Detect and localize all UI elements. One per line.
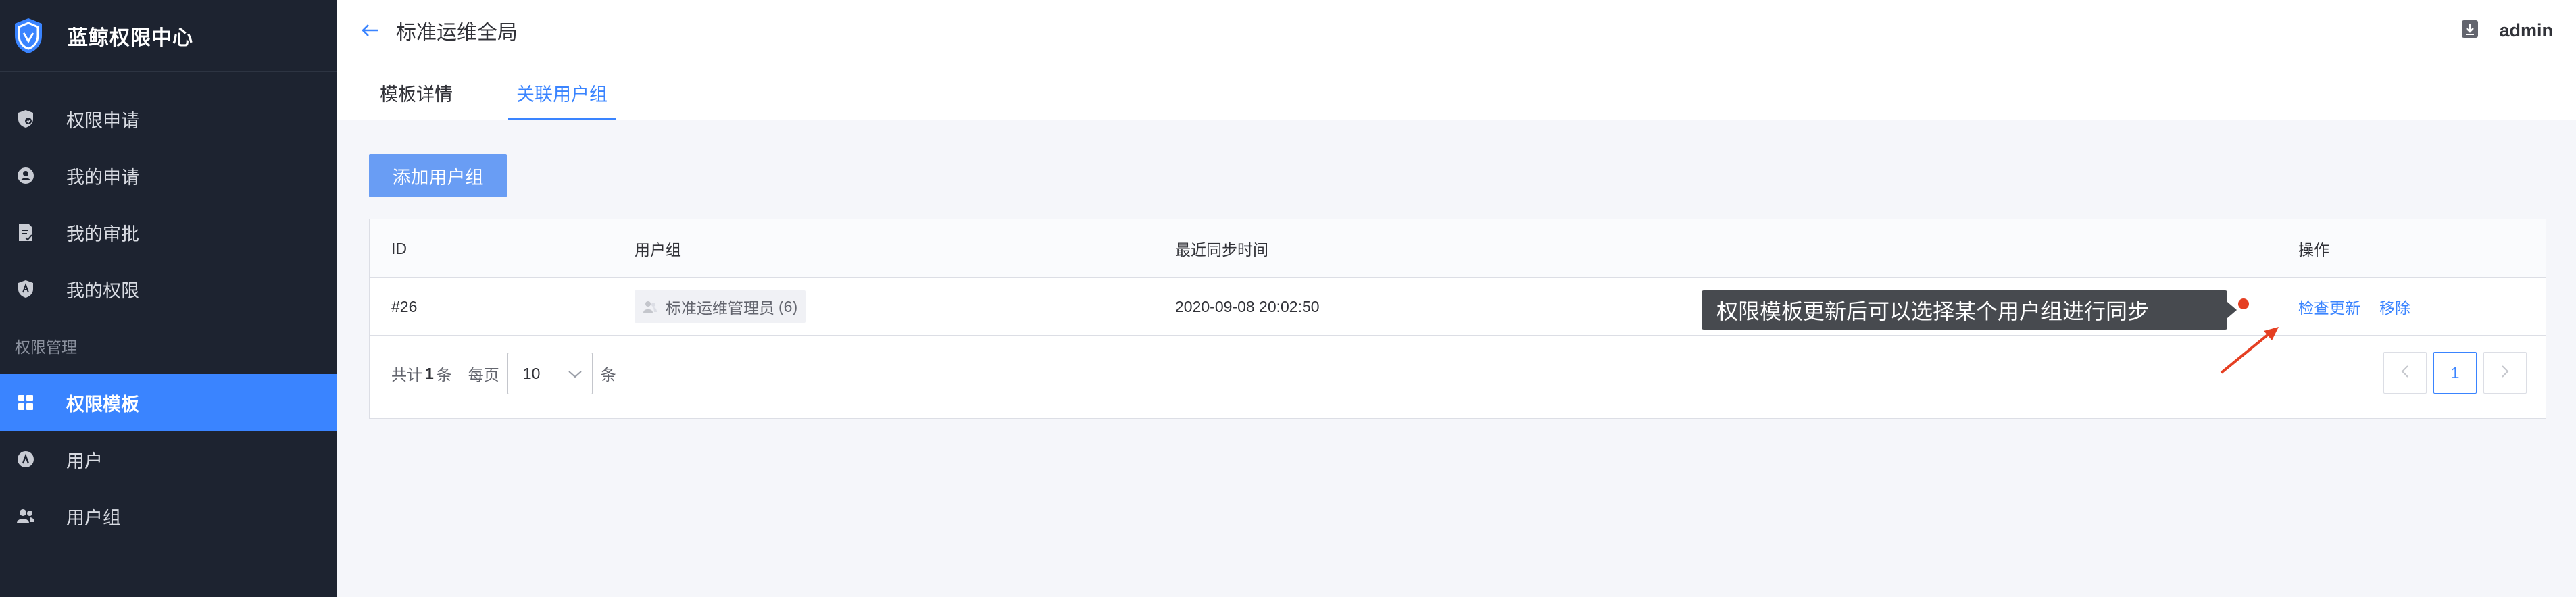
per-page-label: 每页 bbox=[468, 366, 499, 384]
shield-key-icon bbox=[16, 280, 35, 298]
check-update-link[interactable]: 检查更新 bbox=[2298, 295, 2360, 318]
sidebar-item-label: 我的权限 bbox=[66, 280, 139, 301]
page-number-button[interactable]: 1 bbox=[2433, 352, 2477, 394]
page-header: 标准运维全局 admin 模板详情 关联用户组 bbox=[337, 0, 2576, 120]
sidebar-item-label: 用户组 bbox=[66, 507, 121, 528]
tab-related-user-groups[interactable]: 关联用户组 bbox=[508, 66, 616, 120]
tab-template-details[interactable]: 模板详情 bbox=[380, 66, 461, 120]
page-size-value: 10 bbox=[522, 364, 541, 382]
sidebar-item-my-permissions[interactable]: 我的权限 bbox=[0, 261, 337, 317]
chevron-right-icon bbox=[2501, 364, 2509, 382]
next-page-button[interactable] bbox=[2483, 352, 2527, 394]
table-header: ID 用户组 最近同步时间 操作 bbox=[370, 219, 2546, 278]
sidebar-item-my-applications[interactable]: 我的申请 bbox=[0, 147, 337, 204]
sidebar-item-my-approvals[interactable]: 我的审批 bbox=[0, 204, 337, 261]
column-header-operations: 操作 bbox=[2298, 241, 2329, 259]
total-suffix: 条 bbox=[436, 366, 452, 384]
row-id: #26 bbox=[391, 297, 418, 315]
column-header-sync-time: 最近同步时间 bbox=[1175, 241, 1268, 259]
brand: 蓝鲸权限中心 bbox=[0, 0, 337, 72]
prev-page-button[interactable] bbox=[2383, 352, 2427, 394]
user-group-tag[interactable]: 标准运维管理员 (6) bbox=[635, 290, 806, 323]
document-check-icon bbox=[16, 223, 35, 242]
user-group-name: 标准运维管理员 bbox=[666, 299, 774, 317]
user-area[interactable]: admin bbox=[2461, 16, 2553, 45]
sidebar-item-permission-templates[interactable]: 权限模板 bbox=[0, 374, 337, 431]
pagination-summary: 共计 1 条 每页 10 条 bbox=[391, 352, 616, 395]
remove-link[interactable]: 移除 bbox=[2379, 295, 2410, 318]
page-size-unit: 条 bbox=[600, 366, 616, 384]
sidebar-menu: 权限申请 我的申请 我的审批 我的权限 权限管理 权限模板 用户 用户组 bbox=[0, 72, 337, 544]
row-operations: 检查更新 移除 bbox=[2298, 278, 2410, 336]
shield-apply-icon bbox=[16, 109, 35, 128]
user-name[interactable]: admin bbox=[2499, 20, 2553, 41]
chevron-left-icon bbox=[2401, 364, 2409, 382]
sidebar: 蓝鲸权限中心 权限申请 我的申请 我的审批 我的权限 权限管理 权限模板 用户 … bbox=[0, 0, 337, 597]
add-user-group-button[interactable]: 添加用户组 bbox=[369, 154, 507, 197]
annotation-dot bbox=[2238, 298, 2249, 309]
logo-shield-icon bbox=[9, 14, 47, 57]
page-size-select[interactable]: 10 bbox=[507, 353, 593, 394]
column-header-id: ID bbox=[391, 239, 407, 257]
brand-title: 蓝鲸权限中心 bbox=[68, 26, 193, 49]
sidebar-item-label: 我的申请 bbox=[66, 167, 139, 188]
chevron-down-icon bbox=[568, 365, 583, 383]
user-icon bbox=[16, 450, 35, 469]
sidebar-item-label: 权限申请 bbox=[66, 110, 139, 131]
sidebar-item-users[interactable]: 用户 bbox=[0, 431, 337, 488]
pagination-controls: 1 bbox=[2383, 352, 2527, 394]
total-count: 1 bbox=[425, 364, 434, 382]
title-row: 标准运维全局 bbox=[361, 15, 518, 46]
row-group: 标准运维管理员 (6) bbox=[635, 278, 806, 336]
page-title: 标准运维全局 bbox=[396, 22, 518, 44]
back-arrow-icon[interactable] bbox=[361, 20, 381, 41]
sidebar-item-user-groups[interactable]: 用户组 bbox=[0, 488, 337, 544]
grid-template-icon bbox=[16, 393, 35, 412]
sidebar-item-label: 我的审批 bbox=[66, 224, 139, 244]
sync-hint-tooltip: 权限模板更新后可以选择某个用户组进行同步 bbox=[1702, 290, 2237, 330]
sidebar-group-title: 权限管理 bbox=[15, 338, 77, 356]
user-circle-icon bbox=[16, 166, 35, 185]
row-sync-time: 2020-09-08 20:02:50 bbox=[1175, 297, 1320, 315]
column-header-group: 用户组 bbox=[635, 241, 681, 259]
total-prefix: 共计 bbox=[391, 366, 422, 384]
annotation-arrow-icon bbox=[2220, 327, 2279, 374]
users-group-icon bbox=[16, 507, 35, 525]
tab-bar: 模板详情 关联用户组 bbox=[380, 66, 663, 120]
sidebar-item-permission-apply[interactable]: 权限申请 bbox=[0, 90, 337, 147]
user-group-icon bbox=[643, 298, 659, 315]
sidebar-item-label: 权限模板 bbox=[66, 394, 139, 415]
download-icon[interactable] bbox=[2461, 20, 2479, 42]
user-group-member-count: (6) bbox=[778, 297, 798, 315]
sidebar-item-label: 用户 bbox=[66, 450, 103, 471]
